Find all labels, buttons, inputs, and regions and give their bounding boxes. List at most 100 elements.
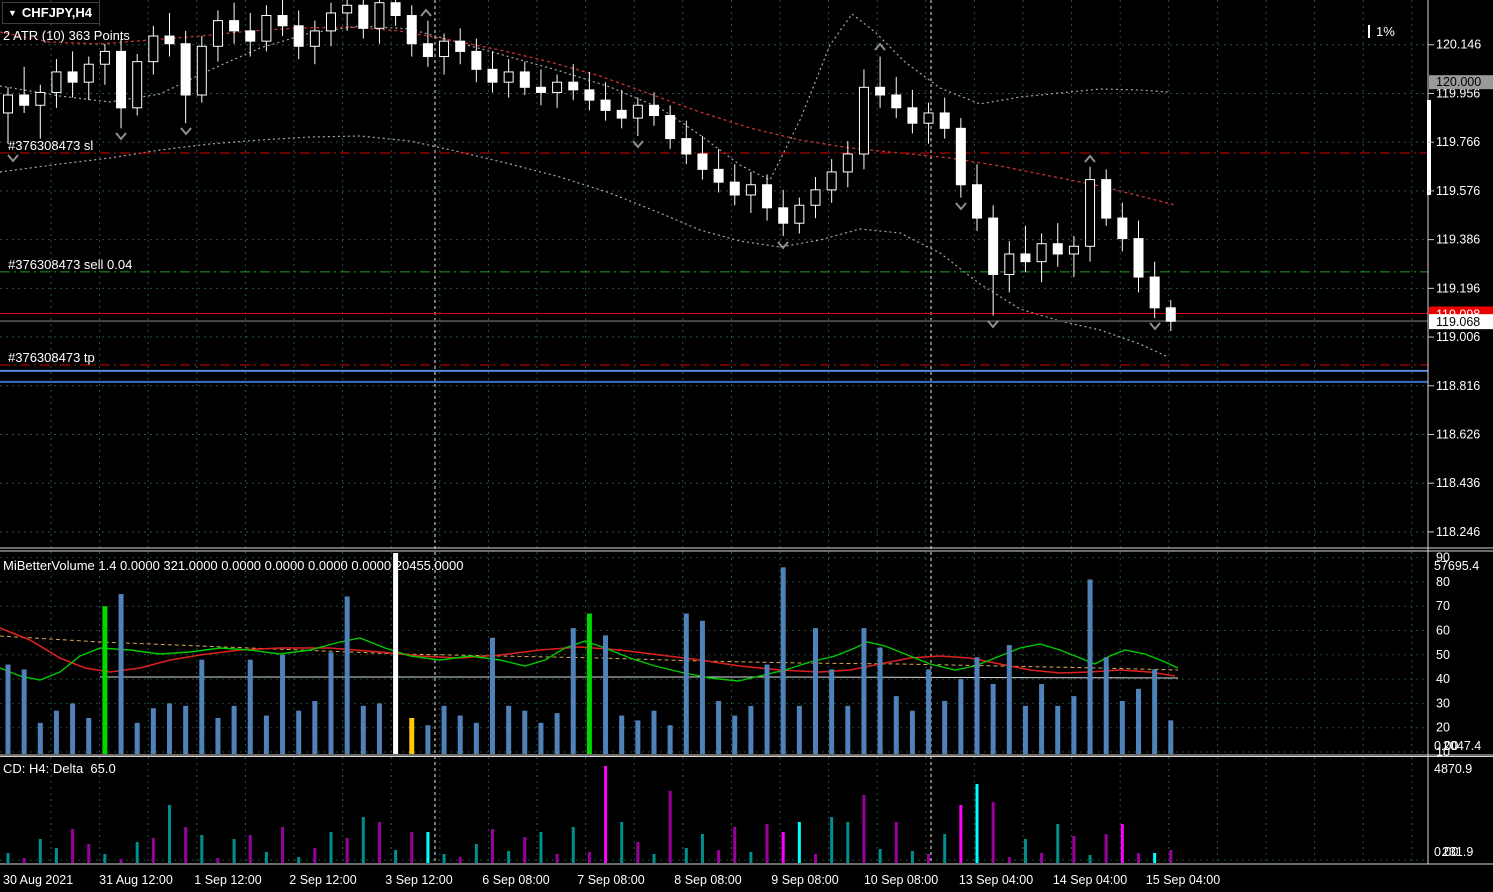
candle: [923, 112, 934, 124]
volume-bar: [376, 703, 382, 754]
volume-bar: [360, 705, 366, 754]
volume-bar: [554, 713, 560, 754]
candle: [697, 153, 708, 170]
order-stoploss-label[interactable]: #376308473 sl: [8, 138, 93, 153]
candle: [1036, 243, 1047, 263]
symbol-selector[interactable]: ▼ CHFJPY,H4: [2, 2, 100, 24]
atr-indicator-label: 2 ATR (10) 363 Points: [3, 28, 130, 43]
candle: [326, 12, 336, 32]
candle: [745, 184, 756, 196]
volume-bar: [1071, 696, 1077, 754]
delta-bar: [168, 805, 171, 863]
delta-bar: [765, 824, 769, 863]
delta-bar: [539, 832, 543, 863]
delta-bar: [22, 858, 26, 863]
delta-bar: [103, 854, 107, 863]
candle: [164, 35, 175, 45]
candle: [439, 40, 450, 58]
candle: [1085, 179, 1096, 247]
candle: [277, 15, 288, 27]
delta-bar: [749, 852, 753, 863]
delta-indicator-label: CD: H4: Delta 65.0: [3, 761, 116, 776]
delta-bar: [281, 827, 285, 863]
volume-bar: [280, 654, 286, 754]
candle: [955, 127, 966, 186]
candle: [1133, 238, 1144, 278]
volume-bar: [990, 683, 996, 754]
volume-bar: [393, 553, 399, 754]
delta-bar: [6, 853, 10, 863]
candle: [358, 4, 369, 29]
volume-bar: [586, 613, 592, 754]
volume-tick-label: 20: [1436, 721, 1450, 735]
order-takeprofit-label[interactable]: #376308473 tp: [8, 350, 95, 365]
candle: [3, 94, 13, 114]
volume-bar: [263, 715, 269, 754]
delta-bar: [636, 842, 640, 863]
volume-bar: [651, 710, 657, 754]
delta-bar: [442, 854, 446, 863]
volume-bar: [312, 700, 318, 754]
candle: [503, 71, 514, 83]
volume-bar: [732, 715, 738, 754]
volume-bar: [829, 669, 835, 754]
candle: [794, 204, 805, 224]
volume-bar: [167, 703, 172, 754]
volume-tick-label: 80: [1436, 575, 1450, 589]
volume-bar: [570, 628, 576, 754]
delta-bar: [862, 795, 866, 863]
delta-bar: [329, 832, 333, 863]
volume-bar: [457, 715, 463, 754]
candle: [632, 104, 643, 119]
delta-bar: [668, 791, 672, 863]
volume-indicator-label: MiBetterVolume 1.4 0.0000 321.0000 0.000…: [3, 558, 464, 573]
price-tick-label: 118.246: [1436, 525, 1480, 539]
delta-bar: [71, 829, 75, 863]
gray-price-marker-label: 120.000: [1436, 75, 1481, 89]
volume-bar: [183, 705, 189, 754]
trading-terminal-chart: 120.146 119.956 119.766 119.576 119.386 119.1…: [0, 0, 1493, 892]
candle: [342, 4, 353, 14]
delta-bar: [54, 848, 58, 863]
candle: [99, 50, 110, 65]
time-tick-label: 3 Sep 12:00: [385, 873, 452, 887]
volume-bar: [425, 725, 431, 754]
volume-max-label: 57695.4: [1434, 559, 1479, 573]
candle: [196, 45, 207, 96]
delta-bar: [814, 854, 817, 863]
price-tick-label: 118.816: [1436, 379, 1480, 393]
candle: [422, 43, 433, 58]
delta-bar: [1137, 853, 1140, 863]
candle: [1004, 253, 1015, 275]
delta-bar: [878, 849, 882, 863]
candle: [471, 50, 482, 70]
time-tick-label: 30 Aug 2021: [3, 873, 73, 887]
candle: [1052, 243, 1063, 255]
chart-canvas[interactable]: 120.146119.956119.766119.576119.386119.1…: [0, 0, 1493, 892]
delta-bar: [1120, 824, 1124, 863]
candle: [83, 63, 94, 83]
candle: [35, 91, 46, 106]
candle: [406, 15, 417, 45]
price-tick-label: 119.006: [1436, 330, 1480, 344]
delta-bar: [894, 822, 898, 863]
delta-bar: [1088, 855, 1092, 863]
delta-bar: [264, 852, 268, 863]
volume-bar: [926, 669, 932, 754]
volume-bar: [942, 700, 948, 754]
volume-bar: [344, 596, 350, 754]
delta-bar: [119, 859, 123, 863]
candle: [713, 168, 724, 183]
volume-bar: [909, 710, 915, 754]
volume-bar: [1022, 705, 1028, 754]
delta-bar: [1104, 834, 1108, 863]
price-tick-label: 118.436: [1436, 476, 1480, 490]
candle: [778, 207, 789, 224]
delta-bar: [781, 832, 785, 863]
volume-bar: [441, 705, 447, 754]
volume-bar: [70, 703, 76, 754]
order-sell-label[interactable]: #376308473 sell 0.04: [8, 257, 132, 272]
delta-min-label: 231.9: [1442, 845, 1473, 859]
volume-tick-label: 50: [1436, 648, 1450, 662]
volume-bar: [796, 705, 802, 754]
